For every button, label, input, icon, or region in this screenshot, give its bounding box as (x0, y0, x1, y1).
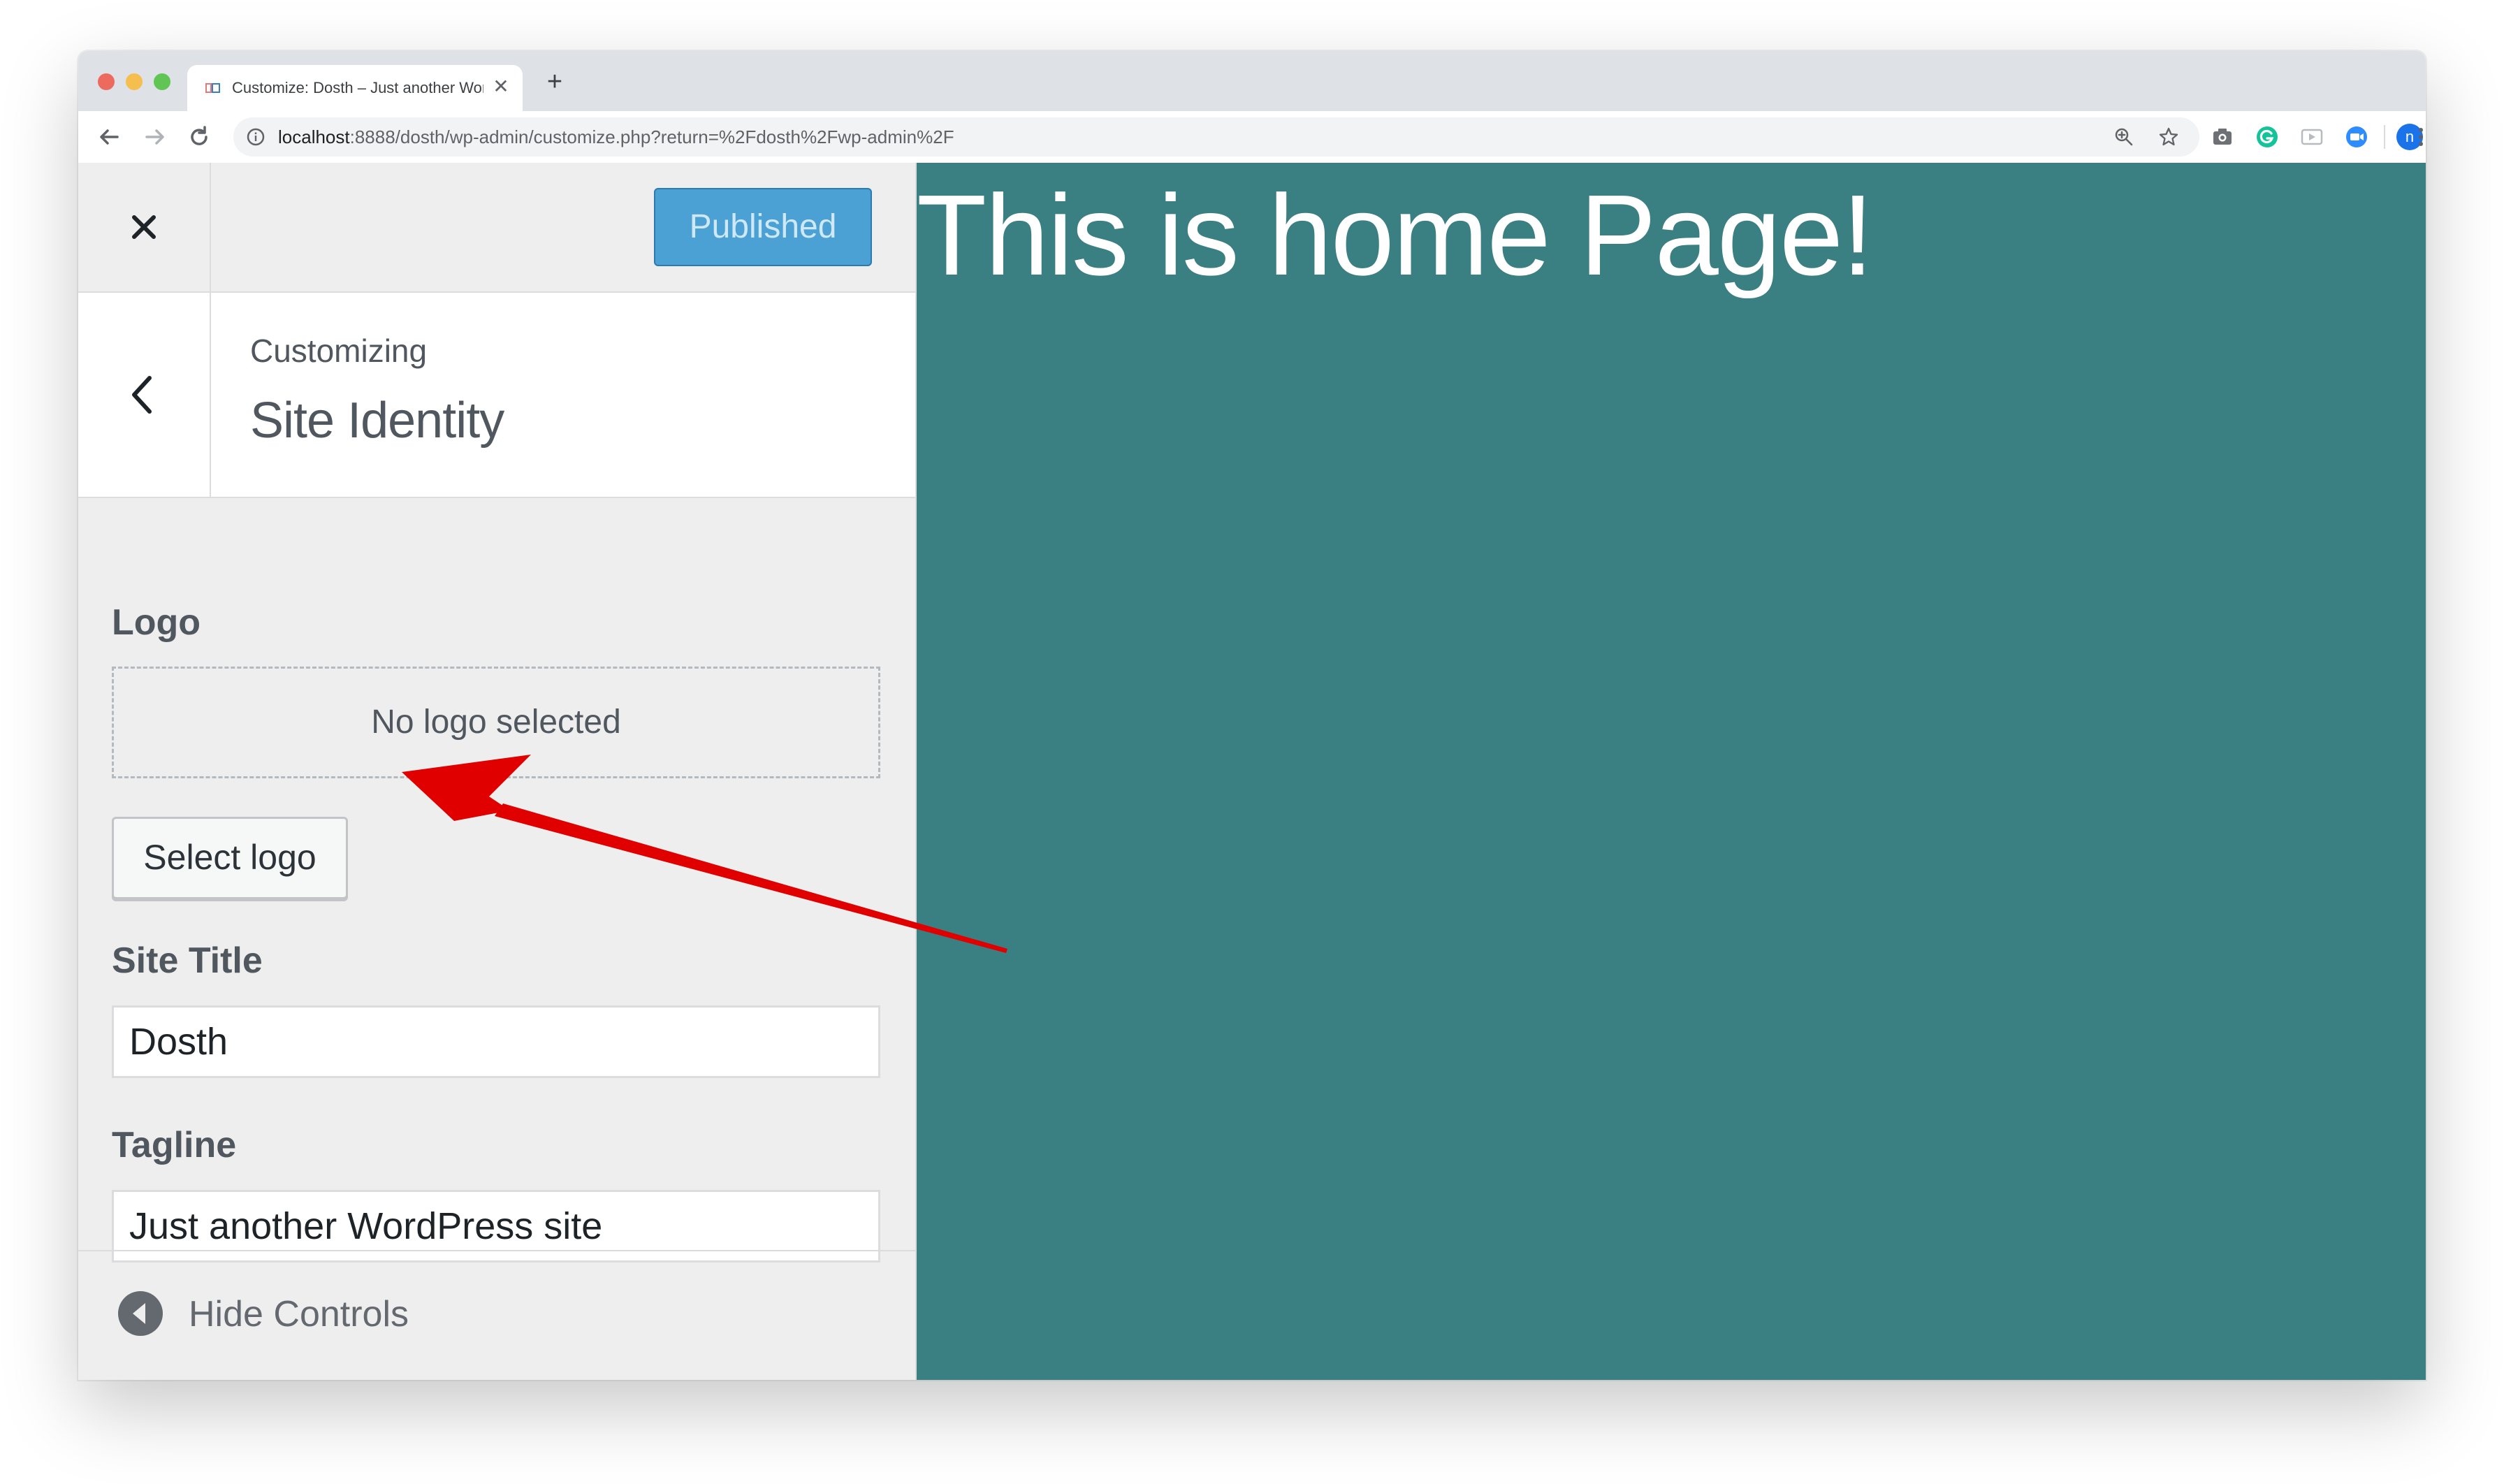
collapse-arrow-icon (118, 1291, 163, 1336)
back-button[interactable] (78, 293, 211, 497)
chevron-left-icon (132, 376, 152, 414)
camera-extension-icon[interactable] (2209, 124, 2236, 150)
url-text: localhost:8888/dosth/wp-admin/customize.… (278, 126, 954, 148)
close-customizer-button[interactable] (78, 163, 211, 291)
favicon-icon (205, 83, 220, 93)
site-info-icon[interactable] (246, 127, 265, 147)
tagline-label: Tagline (112, 1125, 237, 1165)
kebab-menu-icon[interactable] (2417, 124, 2424, 150)
minimize-window-button[interactable] (126, 73, 143, 90)
zoom-meetings-extension-icon[interactable] (2343, 124, 2370, 150)
toolbar-divider (2384, 125, 2385, 149)
site-preview[interactable]: This is home Page! (917, 163, 2426, 1380)
logo-placeholder[interactable]: No logo selected (112, 667, 880, 778)
address-bar[interactable]: localhost:8888/dosth/wp-admin/customize.… (233, 117, 2199, 157)
logo-label: Logo (112, 602, 201, 643)
back-arrow-icon[interactable] (92, 119, 127, 154)
browser-toolbar: localhost:8888/dosth/wp-admin/customize.… (78, 111, 2426, 163)
publish-button[interactable]: Published (654, 188, 872, 266)
new-tab-button[interactable]: + (541, 68, 569, 96)
close-icon (132, 215, 156, 239)
zoom-icon[interactable] (2113, 126, 2135, 148)
tab-close-icon[interactable]: ✕ (489, 75, 513, 99)
tab-title: Customize: Dosth – Just another WordPres… (232, 79, 483, 96)
hide-controls-button[interactable]: Hide Controls (78, 1250, 915, 1380)
reload-icon[interactable] (182, 119, 217, 154)
customizer-header: Published (78, 163, 915, 293)
maximize-window-button[interactable] (154, 73, 170, 90)
select-logo-button[interactable]: Select logo (112, 817, 348, 899)
section-title: Site Identity (250, 393, 504, 449)
url-host: localhost (278, 126, 350, 147)
url-path: :8888/dosth/wp-admin/customize.php?retur… (349, 126, 954, 147)
browser-window: Customize: Dosth – Just another WordPres… (78, 51, 2426, 1380)
site-title-input[interactable] (112, 1005, 880, 1078)
bookmark-star-icon[interactable] (2157, 126, 2180, 148)
site-title-label: Site Title (112, 940, 263, 981)
grammarly-extension-icon[interactable] (2254, 124, 2280, 150)
browser-tab[interactable]: Customize: Dosth – Just another WordPres… (187, 65, 523, 111)
customizer-panel: Published Customizing Site Identity Logo… (78, 163, 917, 1380)
section-header: Customizing Site Identity (78, 293, 915, 498)
screen-recorder-extension-icon[interactable] (2299, 124, 2325, 150)
forward-arrow-icon[interactable] (137, 119, 172, 154)
preview-heading: This is home Page! (917, 171, 1874, 299)
breadcrumb: Customizing (250, 333, 428, 369)
hide-controls-label: Hide Controls (189, 1294, 409, 1334)
close-window-button[interactable] (98, 73, 115, 90)
tab-strip: Customize: Dosth – Just another WordPres… (78, 51, 2426, 111)
